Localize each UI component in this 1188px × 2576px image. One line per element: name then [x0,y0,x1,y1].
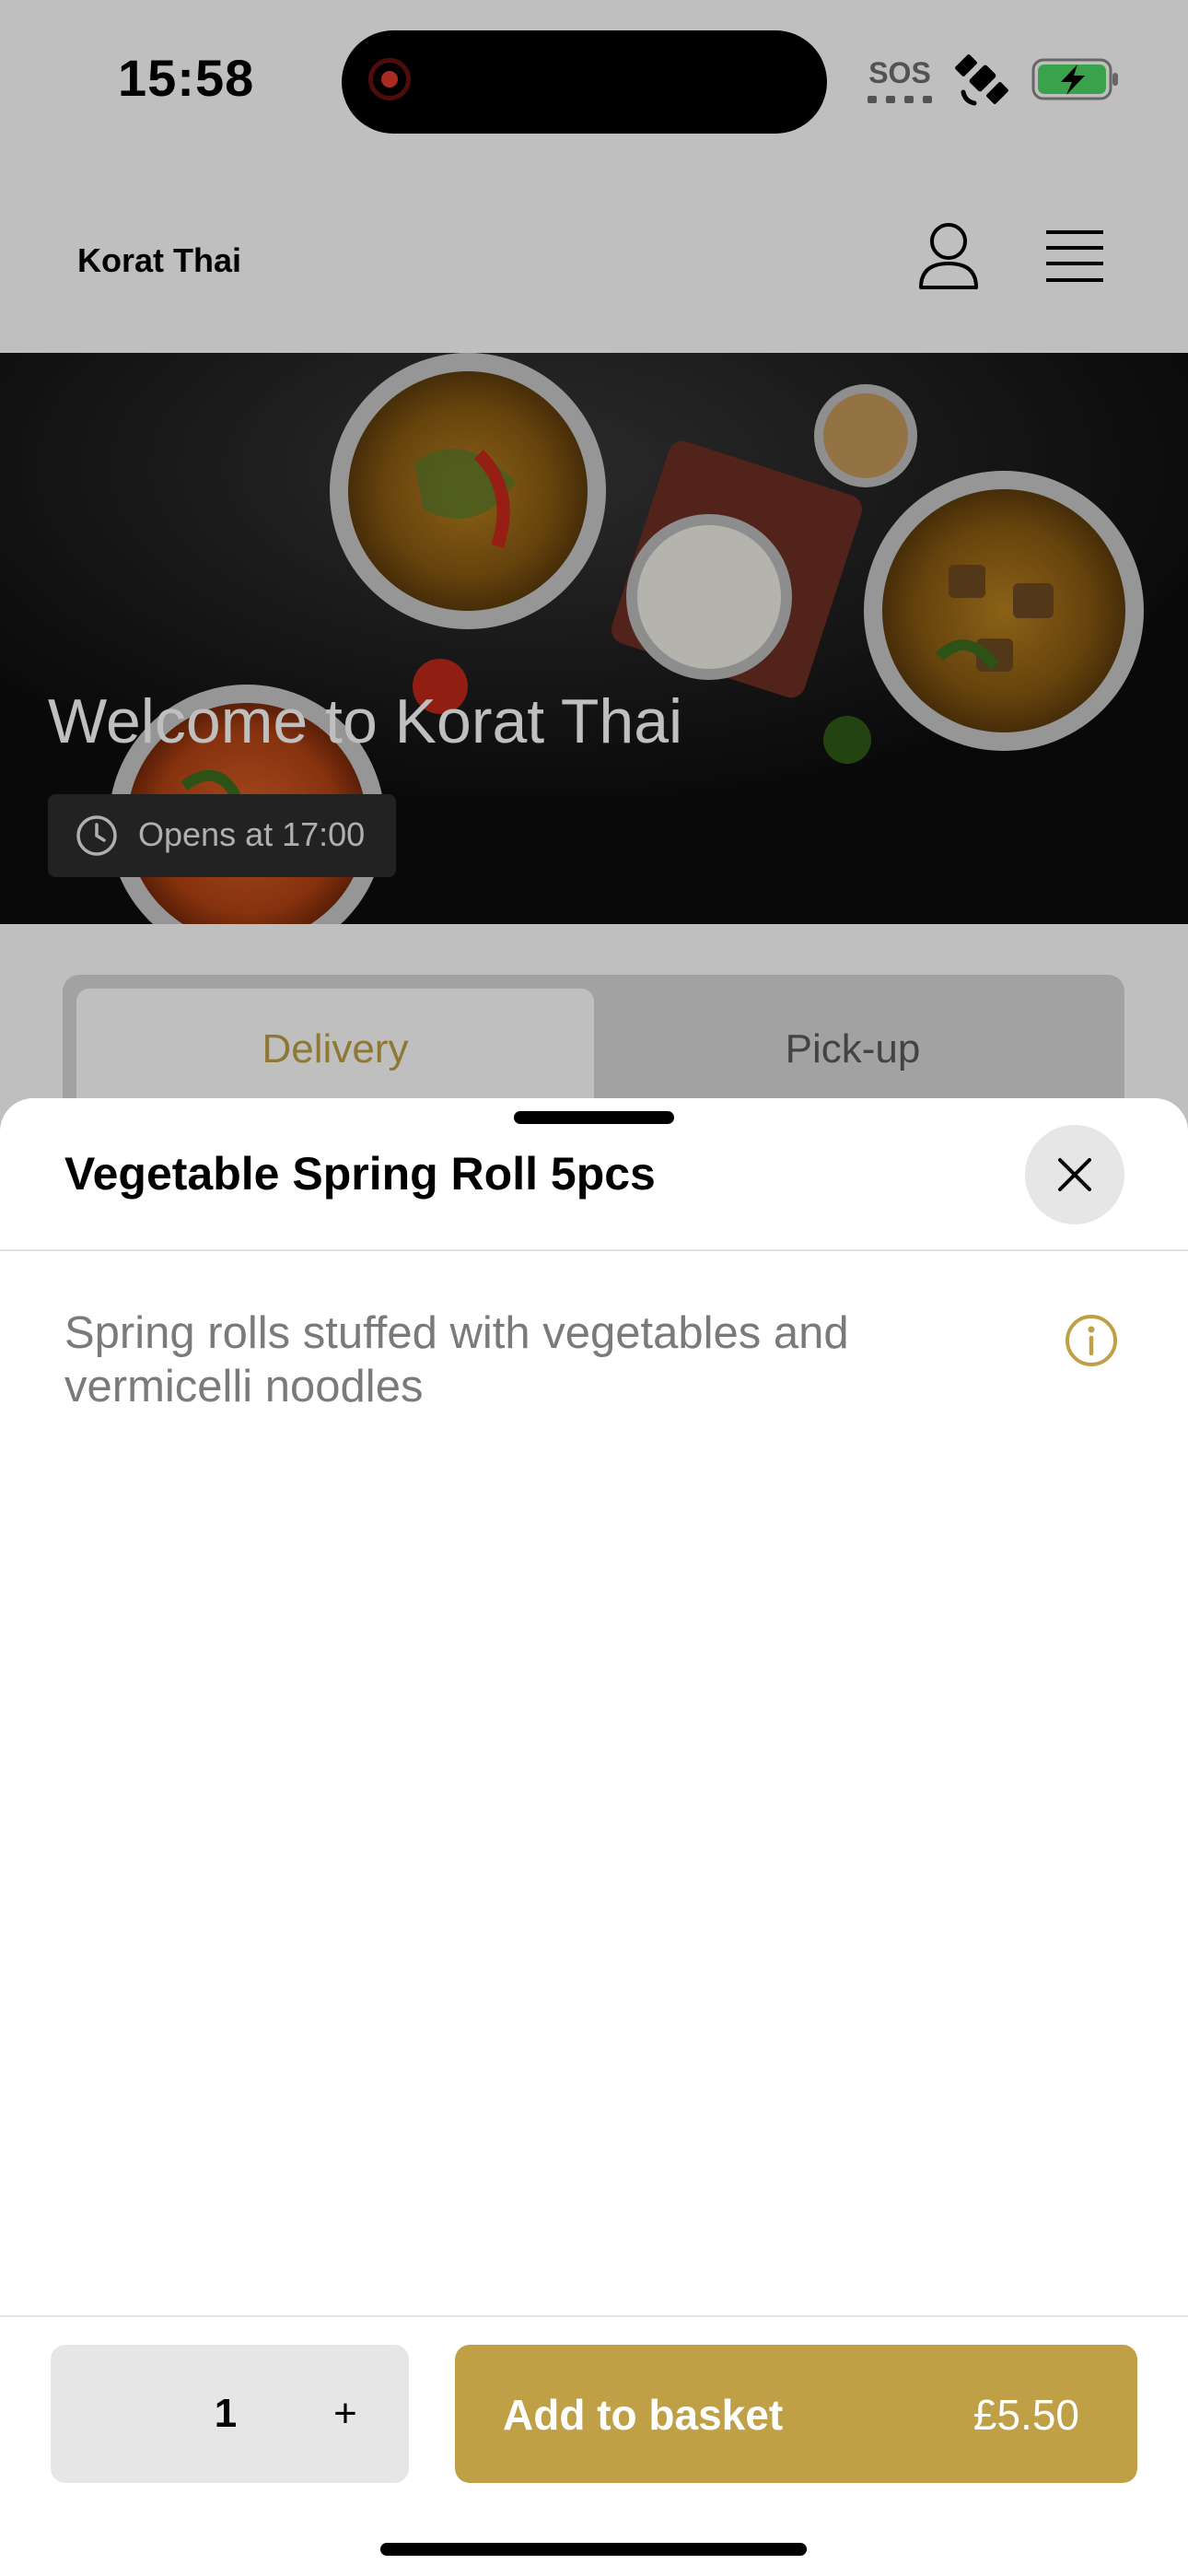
quantity-value: 1 [214,2391,238,2436]
item-description: Spring rolls stuffed with vegetables and… [64,1308,849,1411]
add-to-basket-label: Add to basket [503,2391,784,2439]
info-icon[interactable] [1064,1313,1119,1368]
home-indicator[interactable] [380,2543,807,2556]
sheet-grabber[interactable] [514,1111,674,1124]
increment-button[interactable]: + [313,2386,378,2441]
item-title: Vegetable Spring Roll 5pcs [64,1148,656,1200]
item-price: £5.50 [973,2391,1079,2439]
close-icon[interactable] [1049,1149,1101,1200]
sheet-divider [0,1249,1188,1251]
footer-divider [0,2315,1188,2317]
